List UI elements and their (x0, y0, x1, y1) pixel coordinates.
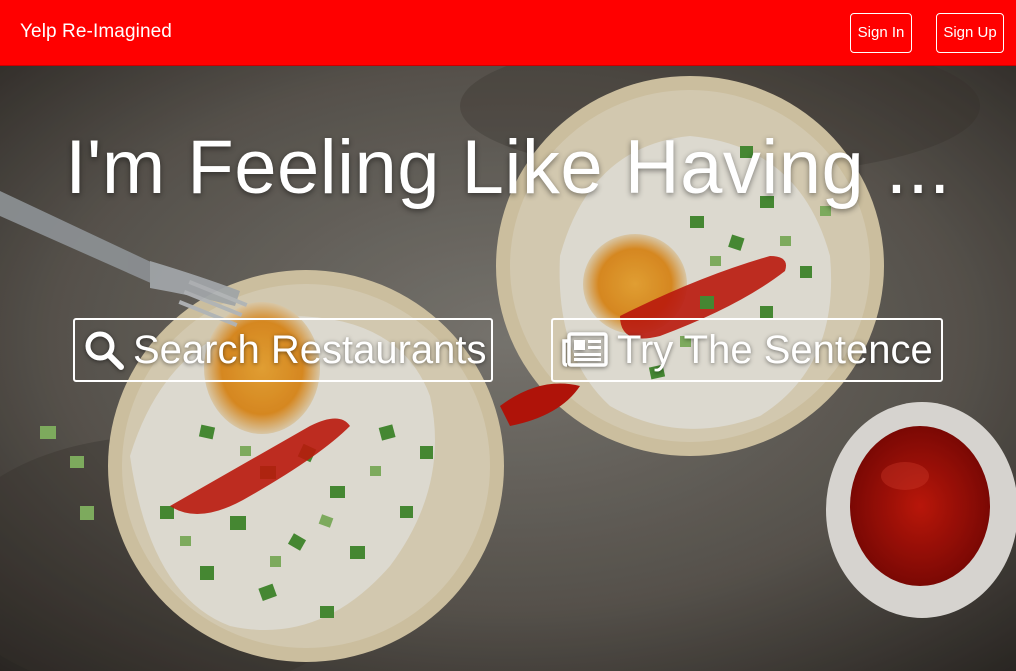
try-the-sentence-label: Try The Sentence (617, 328, 933, 372)
sign-up-button[interactable]: Sign Up (936, 13, 1004, 53)
navbar: Yelp Re-Imagined Sign In Sign Up (0, 0, 1016, 66)
brand-link[interactable]: Yelp Re-Imagined (20, 21, 172, 43)
search-icon (85, 331, 124, 370)
search-restaurants-label: Search Restaurants (133, 328, 487, 372)
search-restaurants-button[interactable]: Search Restaurants (73, 318, 493, 382)
hero-section: I'm Feeling Like Having ... Search Resta… (0, 66, 1016, 671)
newspaper-icon (562, 332, 608, 367)
try-the-sentence-button[interactable]: Try The Sentence (551, 318, 943, 382)
sign-in-button[interactable]: Sign In (850, 13, 912, 53)
hero-headline: I'm Feeling Like Having ... (65, 125, 951, 210)
